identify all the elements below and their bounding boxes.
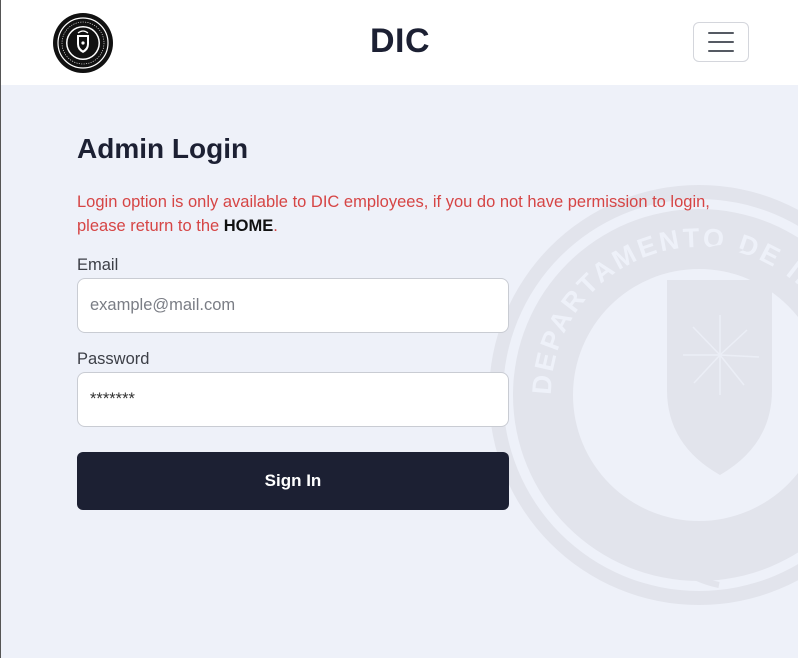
page-title: Admin Login: [77, 133, 249, 164]
hamburger-menu-icon[interactable]: [693, 22, 749, 62]
menu-bar: [708, 41, 734, 43]
password-label: Password: [77, 350, 150, 368]
email-label: Email: [77, 256, 119, 274]
sign-in-button[interactable]: Sign In: [77, 452, 509, 510]
page: DIC DEPARTAMENTO DE INVESTIGACIONES CRIM…: [0, 0, 798, 658]
password-field[interactable]: [77, 372, 509, 427]
access-notice: Login option is only available to DIC em…: [77, 190, 737, 238]
notice-end: .: [273, 217, 278, 235]
home-link[interactable]: HOME: [224, 217, 274, 235]
email-field[interactable]: [77, 278, 509, 333]
brand-title[interactable]: DIC: [1, 22, 798, 61]
notice-text: Login option is only available to DIC em…: [77, 193, 710, 235]
eagle-shield-seal-icon: DEPARTAMENTO DE INVESTIGACIONES CRIMINAL…: [489, 185, 798, 605]
navbar: DIC: [1, 0, 798, 85]
menu-bar: [708, 32, 734, 34]
menu-bar: [708, 50, 734, 52]
login-section: DEPARTAMENTO DE INVESTIGACIONES CRIMINAL…: [1, 85, 798, 658]
